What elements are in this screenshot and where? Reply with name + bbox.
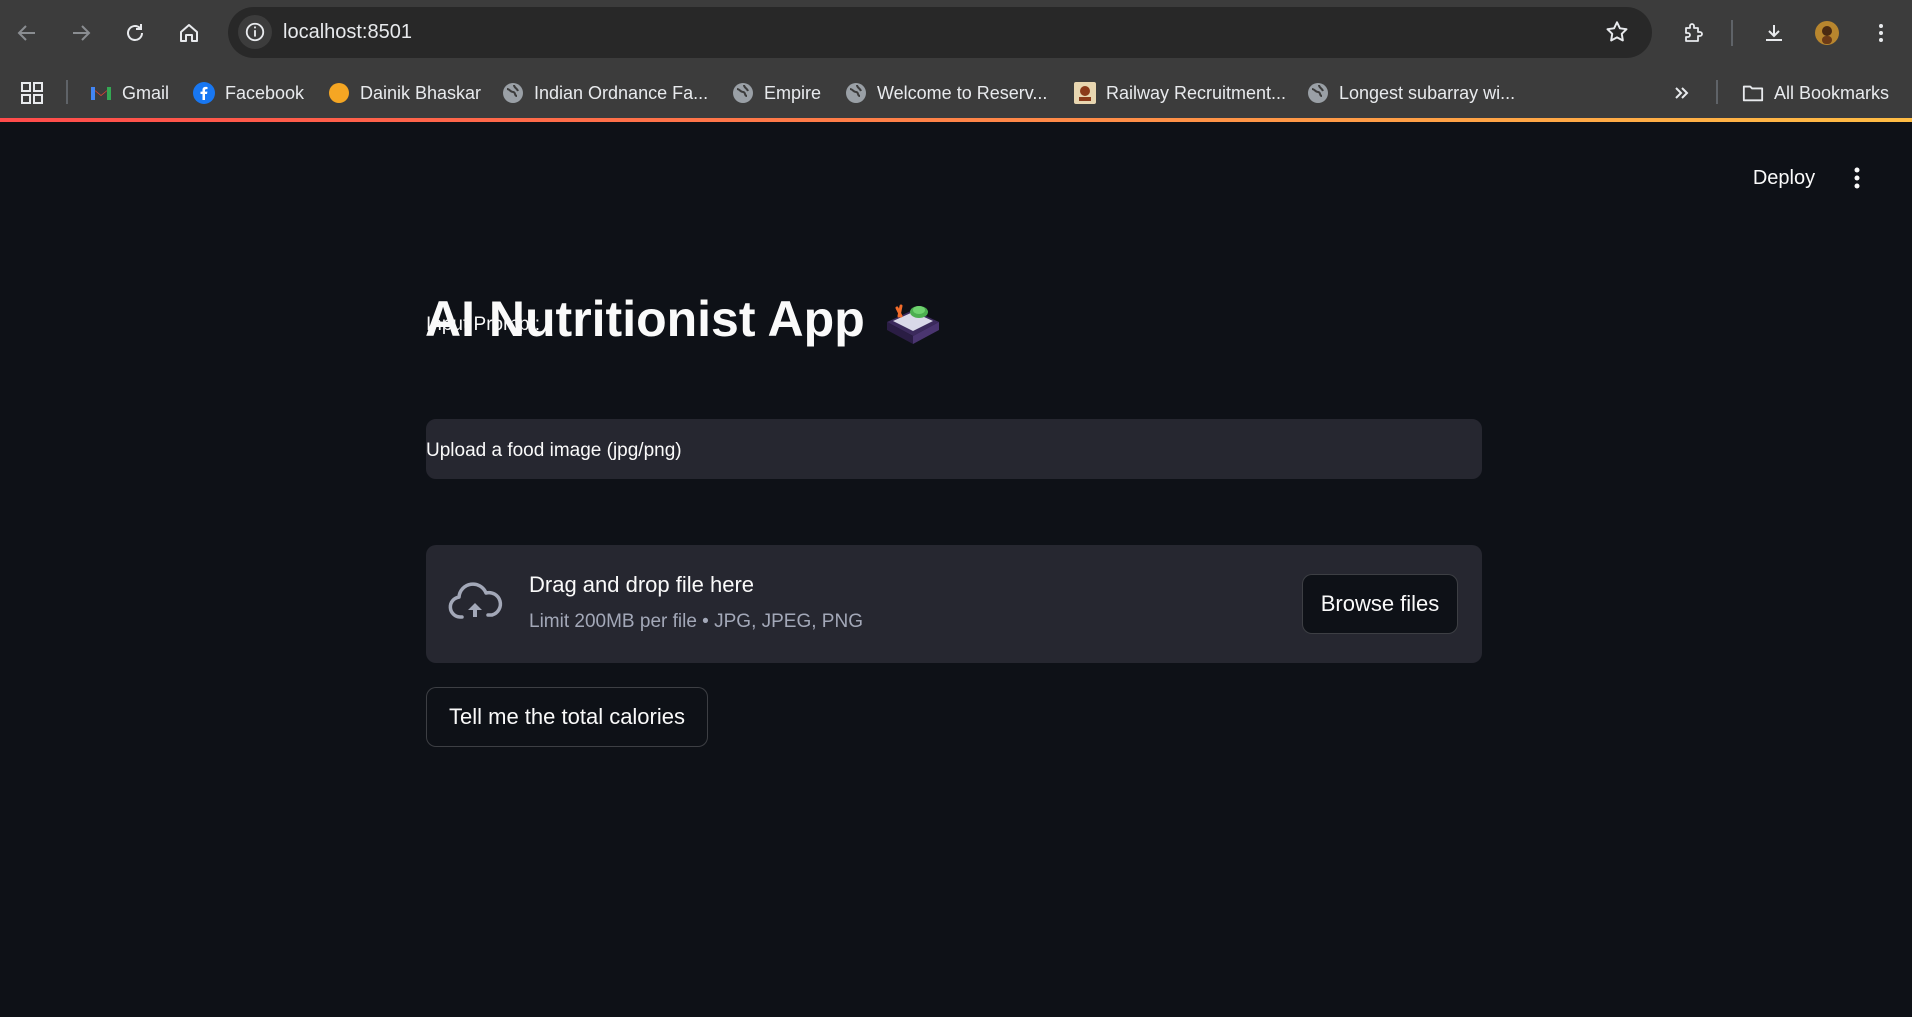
globe-icon	[502, 82, 524, 104]
railway-logo-icon	[1074, 82, 1096, 104]
input-prompt-label: Input Prompt:	[426, 314, 541, 335]
bookmark-gmail[interactable]: Gmail	[90, 76, 169, 110]
dainik-bhaskar-icon	[328, 82, 350, 104]
total-calories-button[interactable]: Tell me the total calories	[426, 687, 708, 747]
more-bookmarks-button[interactable]	[1672, 76, 1692, 110]
arrow-left-icon	[17, 25, 35, 41]
deploy-button[interactable]: Deploy	[1740, 160, 1828, 196]
globe-icon	[732, 82, 754, 104]
bookmarks-bar: Gmail Facebook Dainik Bhaskar Indian Ord…	[0, 66, 1912, 120]
site-info-icon[interactable]	[238, 15, 272, 49]
back-button[interactable]	[8, 14, 46, 52]
puzzle-icon	[1685, 23, 1703, 42]
apps-grid-icon	[21, 82, 43, 104]
address-bar[interactable]: localhost:8501	[228, 7, 1652, 58]
browser-toolbar: localhost:8501	[0, 0, 1912, 66]
kebab-menu-icon	[1854, 167, 1860, 189]
file-dropzone[interactable]: Drag and drop file here Limit 200MB per …	[426, 545, 1482, 663]
globe-icon	[1307, 82, 1329, 104]
upload-label: Upload a food image (jpg/png)	[426, 440, 682, 461]
gmail-icon	[90, 82, 112, 104]
bookmark-welcome-reserv[interactable]: Welcome to Reserv...	[845, 76, 1047, 110]
globe-icon	[845, 82, 867, 104]
all-bookmarks-button[interactable]: All Bookmarks	[1742, 76, 1889, 110]
home-icon	[180, 24, 198, 42]
extensions-button[interactable]	[1674, 14, 1712, 52]
bookmarks-divider	[66, 80, 68, 104]
app-menu-button[interactable]	[1844, 160, 1870, 196]
bookmark-empire[interactable]: Empire	[732, 76, 821, 110]
forward-button[interactable]	[62, 14, 100, 52]
browse-files-button[interactable]: Browse files	[1302, 574, 1458, 634]
arrow-right-icon	[73, 25, 91, 41]
bento-box-icon	[886, 304, 939, 344]
reload-button[interactable]	[116, 14, 154, 52]
profile-avatar[interactable]	[1808, 14, 1846, 52]
home-button[interactable]	[170, 14, 208, 52]
app-main: Deploy AI Nutritionist App Input Prompt:…	[0, 122, 1912, 1017]
cloud-upload-icon	[448, 582, 503, 619]
browser-menu-button[interactable]	[1862, 14, 1900, 52]
bookmark-longest-subarray[interactable]: Longest subarray wi...	[1307, 76, 1515, 110]
apps-button[interactable]	[20, 76, 44, 110]
facebook-icon	[193, 82, 215, 104]
bookmark-railway-recruitment[interactable]: Railway Recruitment...	[1074, 76, 1286, 110]
reload-icon	[127, 24, 143, 41]
bookmark-facebook[interactable]: Facebook	[193, 76, 304, 110]
dropzone-instructions: Drag and drop file here	[529, 572, 755, 597]
bookmark-star-icon[interactable]	[1604, 19, 1630, 50]
kebab-menu-icon	[1879, 24, 1883, 42]
bookmarks-divider-right	[1716, 80, 1718, 104]
bookmark-indian-ordnance[interactable]: Indian Ordnance Fa...	[502, 76, 708, 110]
toolbar-divider	[1731, 20, 1733, 46]
url-text: localhost:8501	[283, 21, 412, 43]
avatar-icon	[1815, 21, 1839, 45]
chevron-double-right-icon	[1675, 87, 1689, 99]
dropzone-limits: Limit 200MB per file • JPG, JPEG, PNG	[529, 611, 863, 632]
folder-icon	[1742, 82, 1764, 104]
bookmark-dainik-bhaskar[interactable]: Dainik Bhaskar	[328, 76, 481, 110]
downloads-button[interactable]	[1755, 14, 1793, 52]
download-icon	[1766, 25, 1782, 41]
